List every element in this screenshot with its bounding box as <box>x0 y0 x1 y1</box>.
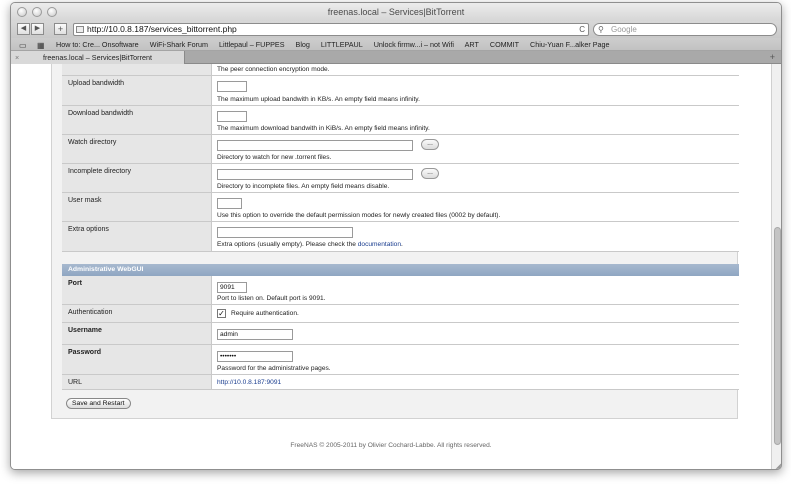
incomplete-directory-description: Directory to incomplete files. An empty … <box>217 183 390 190</box>
username-row: Username admin <box>62 323 739 345</box>
download-bandwidth-description: The maximum download bandwith in KiB/s. … <box>217 125 430 132</box>
search-placeholder: Google <box>611 25 637 34</box>
bookmark-item[interactable]: WiFi-Shark Forum <box>150 40 208 49</box>
webgui-section-header: Administrative WebGUI <box>62 264 739 276</box>
password-label: Password <box>62 345 212 374</box>
username-input[interactable]: admin <box>217 329 293 340</box>
url-row: URL http://10.0.8.187:9091 <box>62 375 739 390</box>
port-label: Port <box>62 276 212 304</box>
browser-window: freenas.local – Services|BitTorrent ◀ ▶ … <box>10 2 782 470</box>
password-input[interactable]: ••••••• <box>217 351 293 362</box>
port-description: Port to listen on. Default port is 9091. <box>217 295 326 302</box>
plus-icon: + <box>57 24 64 34</box>
download-bandwidth-row: Download bandwidth The maximum download … <box>62 106 739 135</box>
page-content: The peer connection encryption mode. Upl… <box>11 64 771 469</box>
window-controls <box>17 7 57 17</box>
authentication-checkbox[interactable]: ✓ <box>217 309 226 318</box>
user-mask-description: Use this option to override the default … <box>217 212 501 219</box>
close-tab-icon[interactable]: × <box>15 51 19 64</box>
webgui-url-link[interactable]: http://10.0.8.187:9091 <box>217 379 281 386</box>
incomplete-directory-input[interactable] <box>217 169 413 180</box>
scrollbar-thumb[interactable] <box>774 227 781 445</box>
page-footer: FreeNAS © 2005-2011 by Olivier Cochard-L… <box>290 442 492 449</box>
tab-label: freenas.local – Services|BitTorrent <box>43 53 152 62</box>
bookmarks-bar: ▭ ▦ How to: Cre... Onsoftware WiFi-Shark… <box>11 38 781 51</box>
forward-button[interactable]: ▶ <box>31 23 44 35</box>
incomplete-directory-label: Incomplete directory <box>62 164 212 192</box>
watch-directory-input[interactable] <box>217 140 413 151</box>
authentication-label: Authentication <box>62 305 212 322</box>
bookmark-list: How to: Cre... Onsoftware WiFi-Shark For… <box>56 38 619 51</box>
password-row: Password ••••••• Password for the admini… <box>62 345 739 375</box>
upload-bandwidth-row: Upload bandwidth The maximum upload band… <box>62 76 739 106</box>
encryption-description: The peer connection encryption mode. <box>217 66 330 73</box>
authentication-description: Require authentication. <box>231 310 299 317</box>
extra-options-row: Extra options Extra options (usually emp… <box>62 222 739 252</box>
upload-bandwidth-label: Upload bandwidth <box>62 76 212 105</box>
bookmark-item[interactable]: COMMIT <box>490 40 519 49</box>
port-input[interactable]: 9091 <box>217 282 247 293</box>
title-bar: freenas.local – Services|BitTorrent <box>11 3 781 21</box>
password-description: Password for the administrative pages. <box>217 365 331 372</box>
tab-bar: × freenas.local – Services|BitTorrent + <box>11 51 781 64</box>
back-arrow-icon: ◀ <box>20 25 27 32</box>
zoom-window-button[interactable] <box>47 7 57 17</box>
download-bandwidth-input[interactable] <box>217 111 247 122</box>
new-tab-icon[interactable]: + <box>770 51 775 64</box>
browser-toolbar: ◀ ▶ + http://10.0.8.187/services_bittorr… <box>11 21 781 38</box>
encryption-row: The peer connection encryption mode. <box>62 64 739 76</box>
authentication-row: Authentication ✓ Require authentication. <box>62 305 739 323</box>
bookmark-item[interactable]: Unlock firmw...i – not Wifi <box>374 40 454 49</box>
address-bar[interactable]: http://10.0.8.187/services_bittorrent.ph… <box>73 23 589 36</box>
forward-arrow-icon: ▶ <box>34 25 41 32</box>
upload-bandwidth-input[interactable] <box>217 81 247 92</box>
bookmark-item[interactable]: ART <box>465 40 479 49</box>
site-favicon-icon <box>76 26 84 33</box>
port-row: Port 9091 Port to listen on. Default por… <box>62 276 739 305</box>
extra-options-input[interactable] <box>217 227 353 238</box>
add-bookmark-button[interactable]: + <box>54 23 67 35</box>
watch-directory-label: Watch directory <box>62 135 212 163</box>
user-mask-row: User mask Use this option to override th… <box>62 193 739 222</box>
search-field[interactable]: ⚲ Google <box>593 23 777 36</box>
upload-bandwidth-description: The maximum upload bandwith in KB/s. An … <box>217 96 420 103</box>
save-and-restart-button[interactable]: Save and Restart <box>66 398 131 409</box>
bookmark-item[interactable]: Blog <box>296 40 310 49</box>
username-label: Username <box>62 323 212 344</box>
bookmark-item[interactable]: LITTLEPAUL <box>321 40 363 49</box>
bookmark-item[interactable]: How to: Cre... Onsoftware <box>56 40 139 49</box>
back-button[interactable]: ◀ <box>17 23 30 35</box>
tab-active[interactable]: × freenas.local – Services|BitTorrent <box>11 51 185 64</box>
reload-icon[interactable]: C <box>579 24 585 35</box>
user-mask-input[interactable] <box>217 198 242 209</box>
address-url: http://10.0.8.187/services_bittorrent.ph… <box>87 24 237 34</box>
bookmark-item[interactable]: Chiu-Yuan F...alker Page <box>530 40 610 49</box>
search-icon: ⚲ <box>598 25 604 34</box>
extra-options-description: Extra options (usually empty). Please ch… <box>217 241 403 248</box>
incomplete-directory-row: Incomplete directory ... Directory to in… <box>62 164 739 193</box>
settings-panel: The peer connection encryption mode. Upl… <box>51 64 739 419</box>
incomplete-directory-browse-button[interactable]: ... <box>421 168 439 179</box>
minimize-window-button[interactable] <box>32 7 42 17</box>
watch-directory-description: Directory to watch for new .torrent file… <box>217 154 332 161</box>
documentation-link[interactable]: documentation <box>358 241 401 248</box>
bookmark-item[interactable]: Littlepaul – FUPPES <box>219 40 285 49</box>
watch-directory-browse-button[interactable]: ... <box>421 139 439 150</box>
watch-directory-row: Watch directory ... Directory to watch f… <box>62 135 739 164</box>
user-mask-label: User mask <box>62 193 212 221</box>
download-bandwidth-label: Download bandwidth <box>62 106 212 134</box>
resize-grip-icon[interactable]: ◢ <box>776 462 781 469</box>
close-window-button[interactable] <box>17 7 27 17</box>
url-label: URL <box>62 375 212 389</box>
extra-options-label: Extra options <box>62 222 212 251</box>
vertical-scrollbar[interactable]: ◢ <box>771 64 781 469</box>
window-title: freenas.local – Services|BitTorrent <box>327 7 465 17</box>
